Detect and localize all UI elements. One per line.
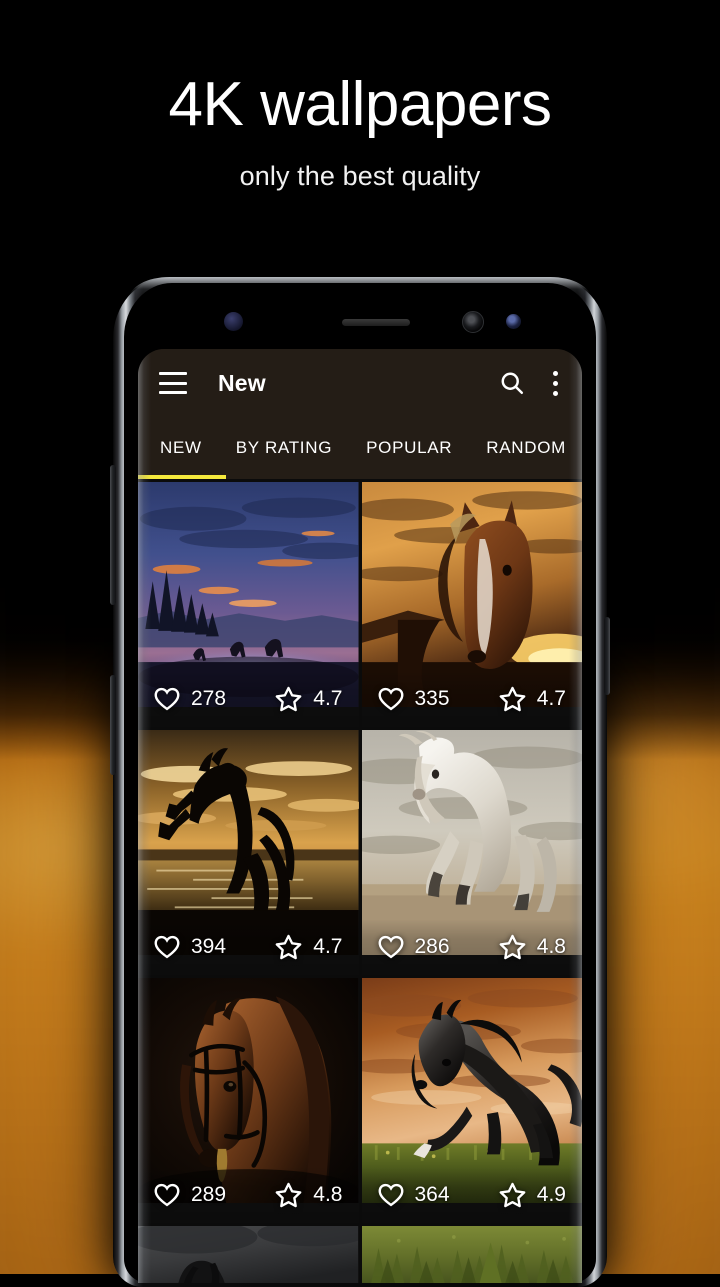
more-vertical-icon[interactable] [540, 365, 570, 401]
search-icon[interactable] [494, 365, 530, 401]
tab-active-indicator [138, 475, 226, 479]
tile-likes-value: 278 [191, 687, 227, 710]
tile-likes: 364 [378, 1183, 450, 1207]
power-button[interactable] [604, 617, 610, 695]
wallpaper-tile[interactable] [361, 1226, 582, 1283]
heart-icon [154, 1183, 180, 1207]
tile-rating: 4.8 [499, 934, 566, 960]
tab-bar: NEW BY RATING POPULAR RANDOM [138, 417, 582, 479]
tab-by-rating[interactable]: BY RATING [236, 438, 332, 458]
iris-scanner-icon [506, 314, 521, 329]
wallpaper-tile[interactable]: 364 4.9 [361, 978, 582, 1223]
heart-icon [154, 935, 180, 959]
wallpaper-tile[interactable]: 394 4.7 [138, 730, 359, 975]
sensor-row [124, 309, 596, 335]
tab-random[interactable]: RANDOM [486, 438, 566, 458]
tile-likes: 394 [154, 935, 226, 959]
tile-rating-value: 4.8 [313, 1183, 343, 1206]
front-camera-icon [462, 311, 484, 333]
tile-rating: 4.7 [275, 934, 343, 960]
volume-rocker-button[interactable] [110, 465, 116, 605]
wallpaper-grid: 278 4.7 335 4.7 394 4.7 286 4.8 289 4.8 … [138, 479, 582, 1283]
tile-rating-value: 4.9 [536, 1183, 566, 1206]
star-icon [499, 686, 526, 712]
tile-likes-value: 394 [191, 935, 227, 958]
tile-likes: 289 [154, 1183, 226, 1207]
tile-rating: 4.7 [499, 686, 566, 712]
tile-stats: 286 4.8 [361, 919, 582, 975]
star-icon [275, 1182, 302, 1208]
promo-text-block: 4K wallpapers only the best quality [0, 72, 720, 192]
tile-rating: 4.7 [275, 686, 343, 712]
app-bar: New [138, 349, 582, 417]
tile-rating-value: 4.8 [536, 935, 566, 958]
bixby-button[interactable] [110, 675, 116, 775]
wallpaper-tile[interactable]: 335 4.7 [361, 482, 582, 727]
tile-likes: 278 [154, 687, 226, 711]
star-icon [499, 934, 526, 960]
earpiece-speaker-icon [342, 319, 410, 326]
tile-likes-value: 335 [414, 687, 450, 710]
phone-screen: New NEW BY RATING POPULAR RANDOM 278 4.7… [138, 349, 582, 1283]
heart-icon [378, 935, 403, 959]
wallpaper-tile[interactable]: 286 4.8 [361, 730, 582, 975]
wallpaper-tile[interactable] [138, 1226, 359, 1283]
tile-rating: 4.9 [499, 1182, 566, 1208]
promo-subheadline: only the best quality [239, 161, 481, 192]
proximity-sensor-icon [224, 312, 243, 331]
tile-stats: 335 4.7 [361, 671, 582, 727]
tile-likes-value: 364 [414, 1183, 450, 1206]
tile-likes-value: 286 [414, 935, 450, 958]
tab-popular[interactable]: POPULAR [366, 438, 452, 458]
star-icon [275, 934, 302, 960]
wallpaper-thumbnail [138, 1226, 359, 1283]
tile-stats: 289 4.8 [138, 1167, 359, 1223]
heart-icon [378, 687, 403, 711]
phone-mockup: New NEW BY RATING POPULAR RANDOM 278 4.7… [110, 277, 610, 1287]
tile-likes: 286 [378, 935, 450, 959]
tile-rating: 4.8 [275, 1182, 343, 1208]
tile-rating-value: 4.7 [313, 935, 343, 958]
phone-bezel: New NEW BY RATING POPULAR RANDOM 278 4.7… [124, 283, 596, 1283]
tab-new[interactable]: NEW [160, 438, 202, 458]
tile-likes-value: 289 [191, 1183, 227, 1206]
wallpaper-tile[interactable]: 289 4.8 [138, 978, 359, 1223]
tile-stats: 394 4.7 [138, 919, 359, 975]
hamburger-icon[interactable] [158, 372, 188, 394]
tile-likes: 335 [378, 687, 450, 711]
heart-icon [154, 687, 180, 711]
tile-stats: 364 4.9 [361, 1167, 582, 1223]
app-bar-title: New [218, 369, 266, 396]
star-icon [499, 1182, 526, 1208]
wallpaper-tile[interactable]: 278 4.7 [138, 482, 359, 727]
tile-rating-value: 4.7 [536, 687, 566, 710]
tile-rating-value: 4.7 [313, 687, 343, 710]
star-icon [275, 686, 302, 712]
wallpaper-thumbnail [361, 1226, 582, 1283]
promo-headline: 4K wallpapers [168, 70, 552, 139]
tile-stats: 278 4.7 [138, 671, 359, 727]
heart-icon [378, 1183, 403, 1207]
